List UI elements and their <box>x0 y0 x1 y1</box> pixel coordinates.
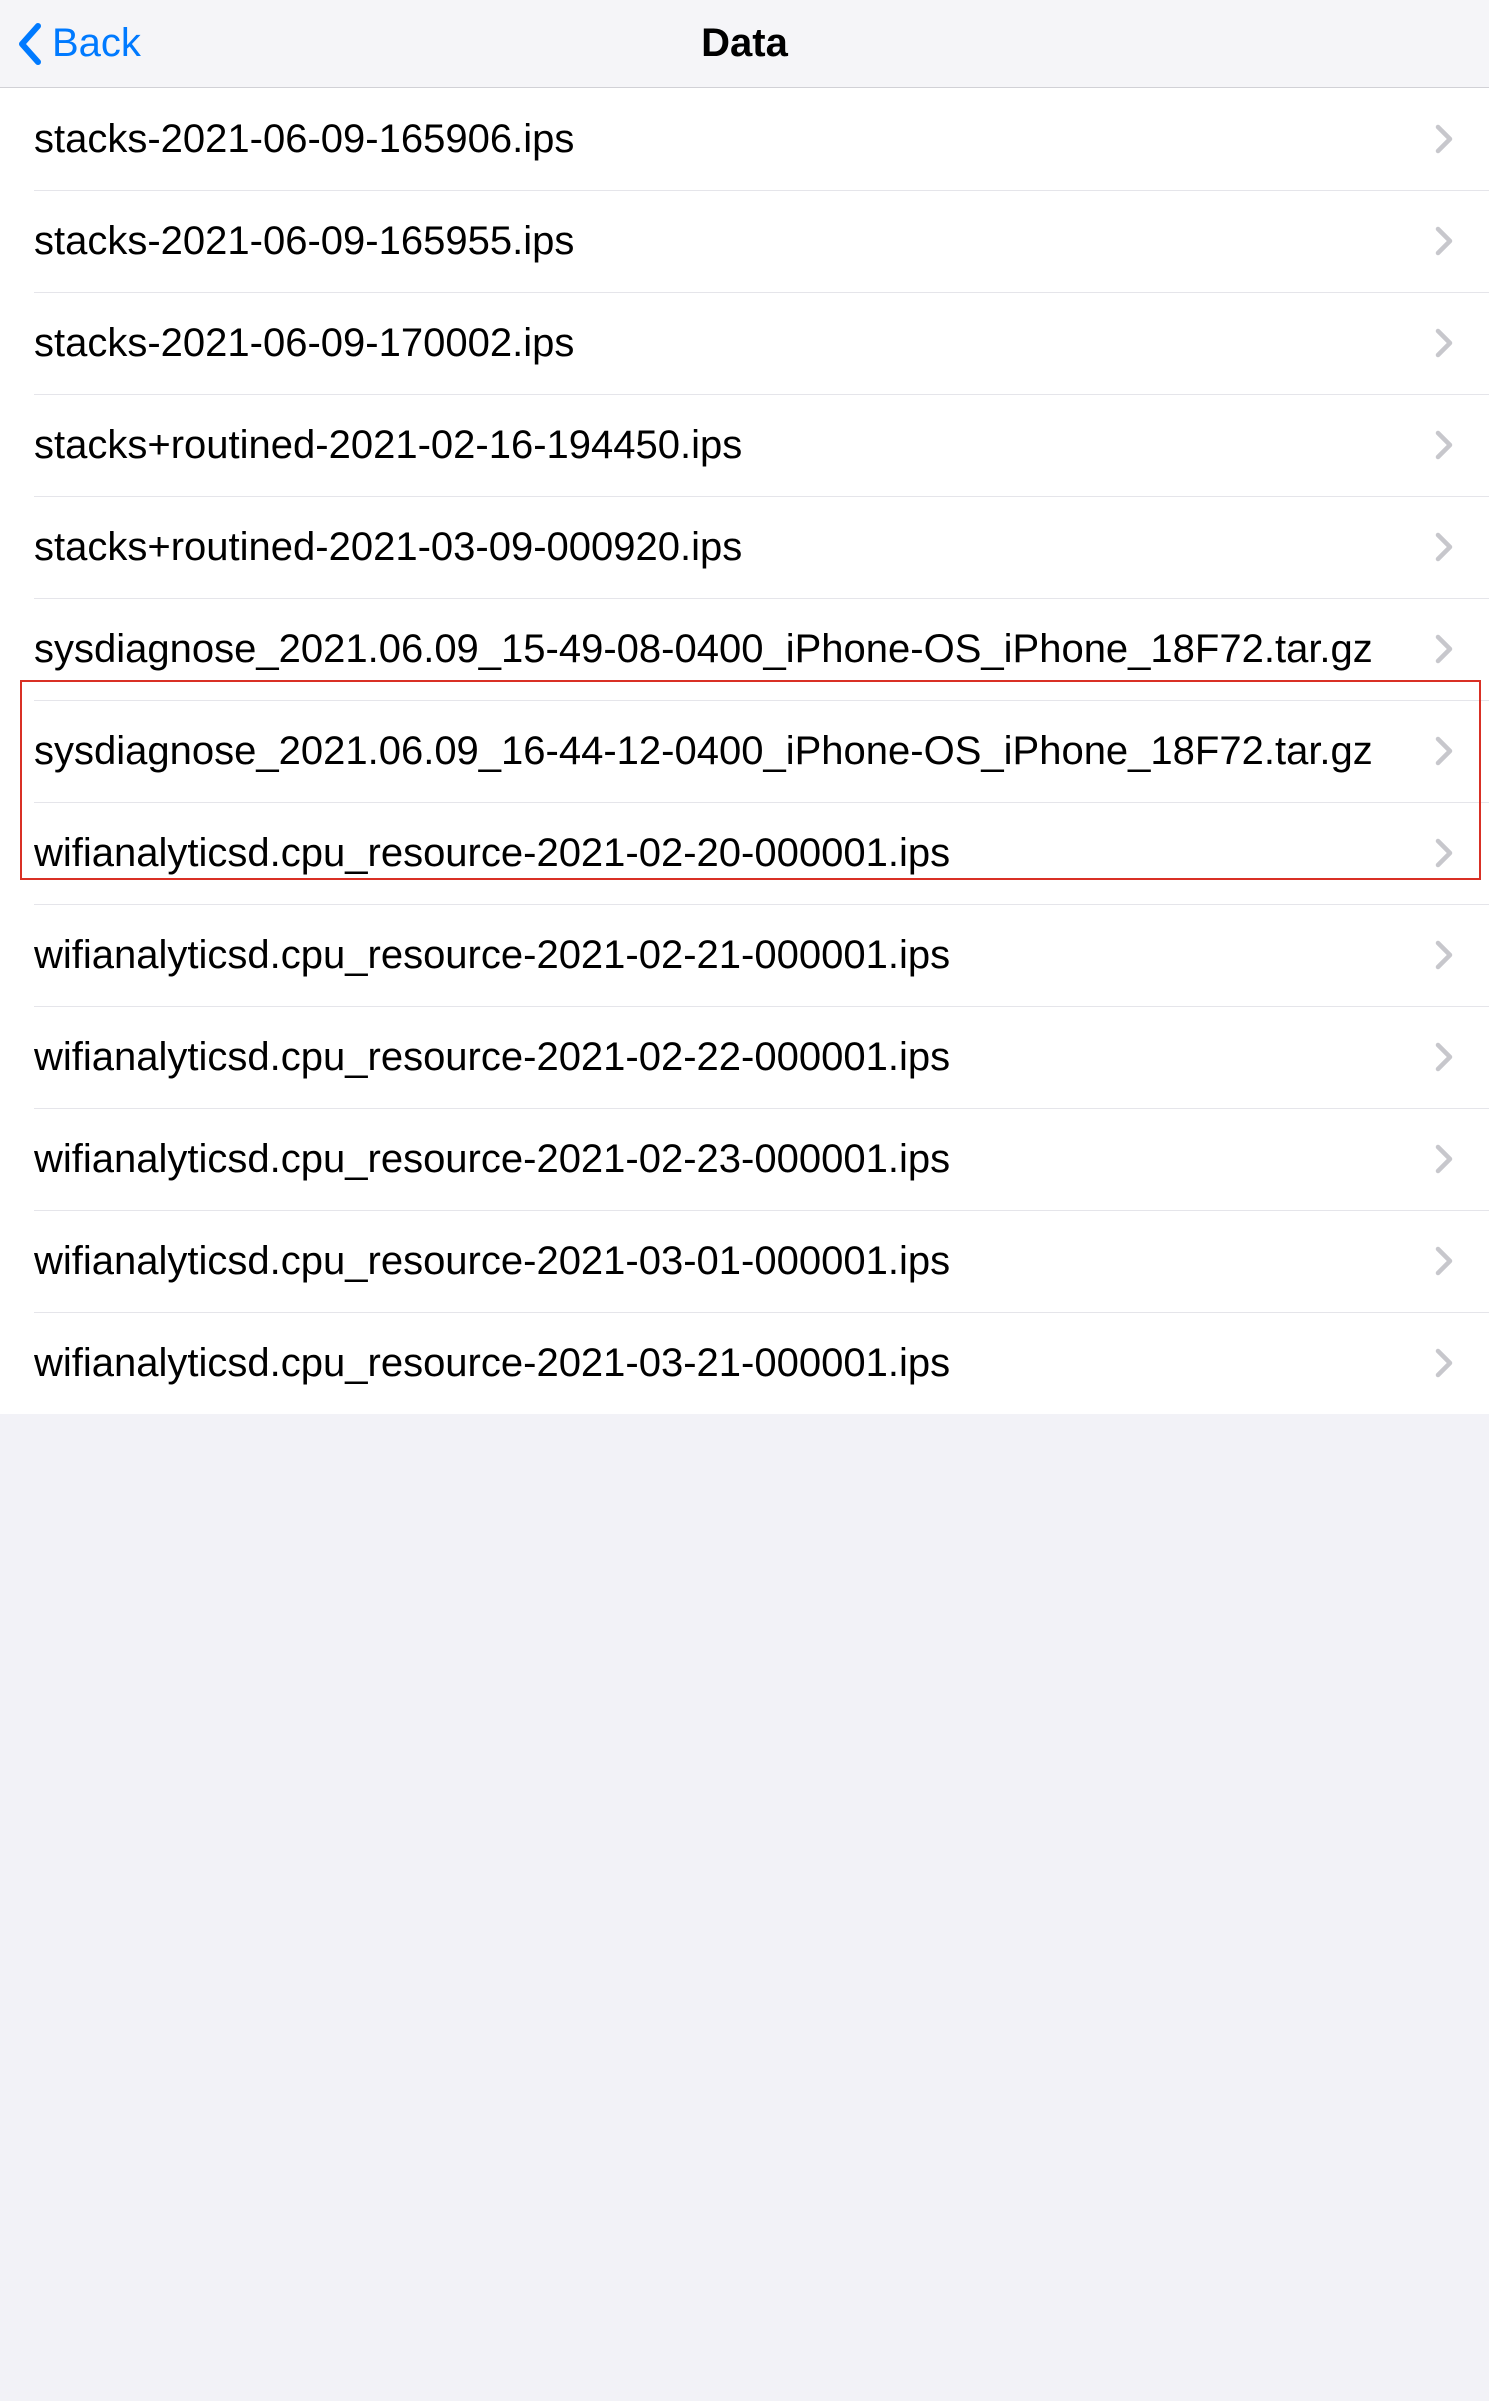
list-item[interactable]: wifianalyticsd.cpu_resource-2021-02-21-0… <box>0 904 1489 1006</box>
file-name-label: sysdiagnose_2021.06.09_15-49-08-0400_iPh… <box>34 627 1433 672</box>
back-label: Back <box>52 21 141 66</box>
list-item[interactable]: wifianalyticsd.cpu_resource-2021-03-01-0… <box>0 1210 1489 1312</box>
file-name-label: wifianalyticsd.cpu_resource-2021-02-23-0… <box>34 1137 1433 1182</box>
file-name-label: stacks-2021-06-09-165955.ips <box>34 219 1433 264</box>
list-item[interactable]: stacks-2021-06-09-165955.ips <box>0 190 1489 292</box>
chevron-right-icon <box>1433 223 1455 259</box>
chevron-right-icon <box>1433 835 1455 871</box>
chevron-right-icon <box>1433 1345 1455 1381</box>
file-name-label: wifianalyticsd.cpu_resource-2021-03-01-0… <box>34 1239 1433 1284</box>
chevron-left-icon <box>18 22 42 66</box>
list-item[interactable]: stacks+routined-2021-02-16-194450.ips <box>0 394 1489 496</box>
chevron-right-icon <box>1433 937 1455 973</box>
chevron-right-icon <box>1433 733 1455 769</box>
file-name-label: wifianalyticsd.cpu_resource-2021-02-20-0… <box>34 831 1433 876</box>
list-item[interactable]: wifianalyticsd.cpu_resource-2021-03-21-0… <box>0 1312 1489 1414</box>
file-name-label: stacks-2021-06-09-165906.ips <box>34 117 1433 162</box>
file-name-label: wifianalyticsd.cpu_resource-2021-02-22-0… <box>34 1035 1433 1080</box>
chevron-right-icon <box>1433 427 1455 463</box>
list-item[interactable]: wifianalyticsd.cpu_resource-2021-02-20-0… <box>0 802 1489 904</box>
file-name-label: wifianalyticsd.cpu_resource-2021-02-21-0… <box>34 933 1433 978</box>
list-item[interactable]: stacks-2021-06-09-170002.ips <box>0 292 1489 394</box>
file-name-label: wifianalyticsd.cpu_resource-2021-03-21-0… <box>34 1341 1433 1386</box>
chevron-right-icon <box>1433 1243 1455 1279</box>
list-item[interactable]: wifianalyticsd.cpu_resource-2021-02-22-0… <box>0 1006 1489 1108</box>
chevron-right-icon <box>1433 529 1455 565</box>
back-button[interactable]: Back <box>18 21 141 66</box>
list-item[interactable]: stacks-2021-06-09-165906.ips <box>0 88 1489 190</box>
file-list: stacks-2021-06-09-165906.ips stacks-2021-… <box>0 88 1489 1414</box>
list-item[interactable]: wifianalyticsd.cpu_resource-2021-02-23-0… <box>0 1108 1489 1210</box>
chevron-right-icon <box>1433 1141 1455 1177</box>
chevron-right-icon <box>1433 631 1455 667</box>
file-name-label: stacks-2021-06-09-170002.ips <box>34 321 1433 366</box>
list-item[interactable]: sysdiagnose_2021.06.09_16-44-12-0400_iPh… <box>0 700 1489 802</box>
list-item[interactable]: sysdiagnose_2021.06.09_15-49-08-0400_iPh… <box>0 598 1489 700</box>
navigation-bar: Back Data <box>0 0 1489 88</box>
file-name-label: sysdiagnose_2021.06.09_16-44-12-0400_iPh… <box>34 729 1433 774</box>
file-name-label: stacks+routined-2021-02-16-194450.ips <box>34 423 1433 468</box>
chevron-right-icon <box>1433 121 1455 157</box>
page-title: Data <box>701 21 788 66</box>
chevron-right-icon <box>1433 325 1455 361</box>
list-item[interactable]: stacks+routined-2021-03-09-000920.ips <box>0 496 1489 598</box>
file-name-label: stacks+routined-2021-03-09-000920.ips <box>34 525 1433 570</box>
chevron-right-icon <box>1433 1039 1455 1075</box>
